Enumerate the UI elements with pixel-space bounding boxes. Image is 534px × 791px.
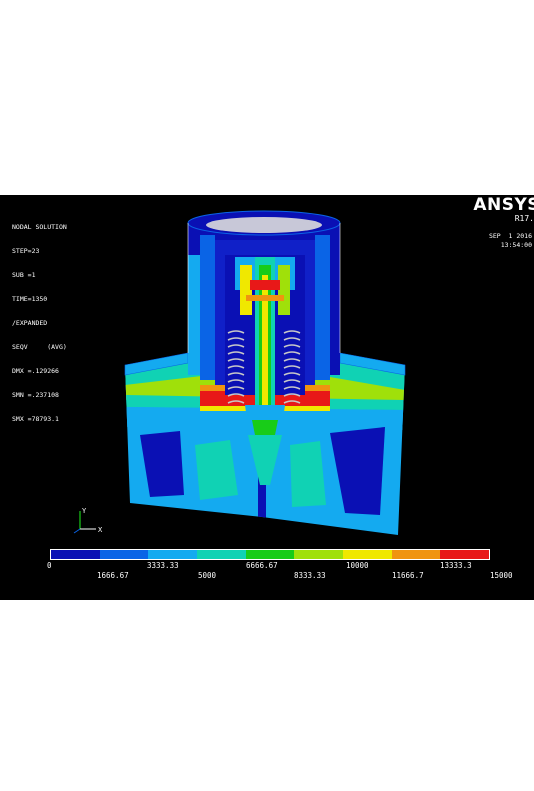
legend-swatch-6 bbox=[343, 550, 392, 559]
legend-label-5: 1666.67 bbox=[97, 571, 129, 580]
legend-swatch-3 bbox=[197, 550, 246, 559]
legend-label-6: 5000 bbox=[198, 571, 217, 580]
legend-label-1: 3333.33 bbox=[147, 561, 179, 570]
legend-swatch-2 bbox=[148, 550, 198, 559]
legend-label-2: 6666.67 bbox=[246, 561, 278, 570]
legend-label-9: 15000 bbox=[490, 571, 513, 580]
axis-triad: Y X bbox=[73, 507, 103, 534]
contour-legend-bar bbox=[50, 549, 490, 560]
stress-contour-model[interactable] bbox=[0, 195, 534, 600]
legend-label-8: 11666.7 bbox=[392, 571, 424, 580]
legend-swatch-5 bbox=[294, 550, 344, 559]
triad-y-label: Y bbox=[82, 507, 87, 515]
legend-label-4: 13333.3 bbox=[440, 561, 472, 570]
legend-swatch-7 bbox=[391, 550, 441, 559]
legend-swatch-8 bbox=[440, 550, 490, 559]
legend-label-7: 8333.33 bbox=[294, 571, 326, 580]
legend-label-3: 10000 bbox=[346, 561, 369, 570]
legend-swatch-0 bbox=[51, 550, 100, 559]
legend-swatch-4 bbox=[245, 550, 295, 559]
legend-swatch-1 bbox=[99, 550, 149, 559]
legend-label-0: 0 bbox=[47, 561, 52, 570]
triad-x-label: X bbox=[98, 526, 103, 534]
ansys-graphics-window[interactable]: NODAL SOLUTION STEP=23 SUB =1 TIME=1350 … bbox=[0, 195, 534, 600]
contour-legend-labels: 0 3333.33 6666.67 10000 13333.3 1666.67 … bbox=[0, 561, 534, 583]
